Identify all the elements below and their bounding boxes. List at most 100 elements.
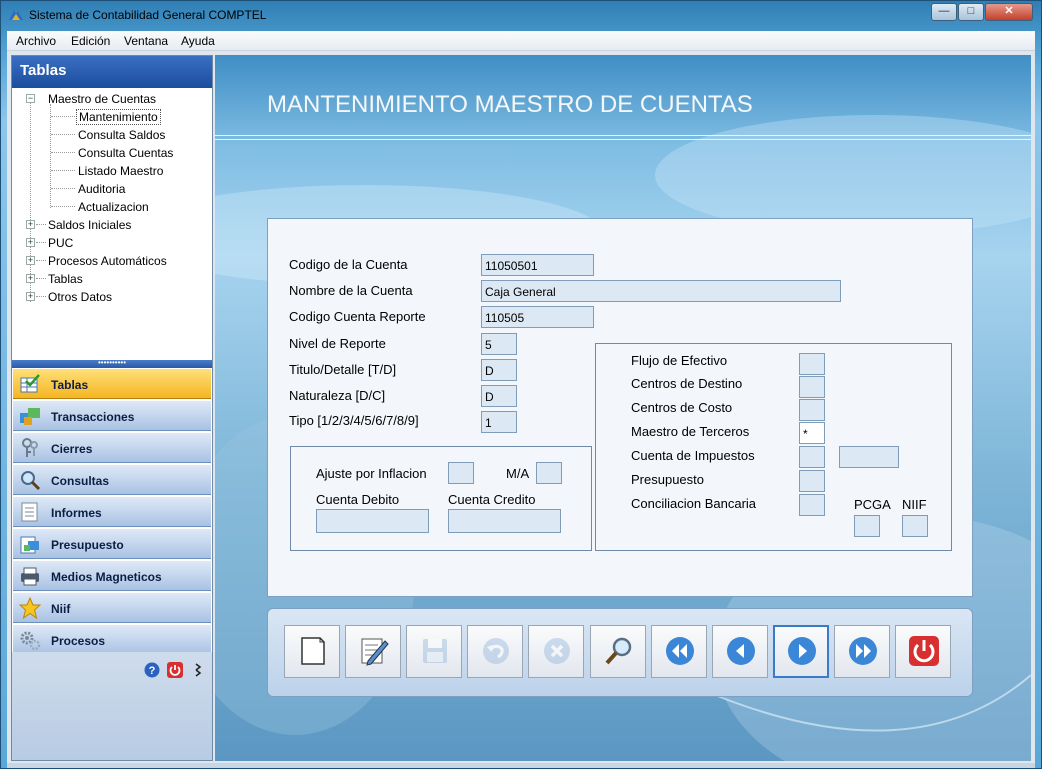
cuenta-credito-field[interactable] [448,509,561,533]
centros-costo-field[interactable] [799,399,825,421]
tree-item-consulta-cuentas[interactable]: Consulta Cuentas [78,146,173,160]
account-form: Codigo de la Cuenta 11050501 Nombre de l… [267,218,973,597]
label-pcga: PCGA [854,497,891,512]
tree-item-tablas[interactable]: Tablas [48,272,83,286]
magnifier-icon [21,471,41,491]
nav-presupuesto[interactable]: Presupuesto [13,528,211,559]
first-icon [666,637,694,665]
chevron-icon[interactable] [194,662,204,678]
titulo-detalle-field[interactable]: D [481,359,517,381]
search-button[interactable] [590,625,646,678]
undo-icon [483,638,509,664]
expand-toggle-icon[interactable]: + [26,238,35,247]
centros-destino-field[interactable] [799,376,825,398]
menu-archivo[interactable]: Archivo [16,34,56,48]
undo-button[interactable] [467,625,523,678]
edit-button[interactable] [345,625,401,678]
tree-item-otros-datos[interactable]: Otros Datos [48,290,112,304]
tree-item-listado-maestro[interactable]: Listado Maestro [78,164,163,178]
label-ajuste-inflacion: Ajuste por Inflacion [316,466,427,481]
exit-button[interactable] [895,625,951,678]
presupuesto-field[interactable] [799,470,825,492]
transactions-icon [20,408,40,425]
nav-procesos[interactable]: Procesos [13,624,211,655]
tree-item-procesos-automaticos[interactable]: Procesos Automáticos [48,254,167,268]
tree-item-maestro-cuentas[interactable]: Maestro de Cuentas [48,92,156,106]
save-button[interactable] [406,625,462,678]
codigo-cuenta-field[interactable]: 11050501 [481,254,594,276]
next-button[interactable] [773,625,829,678]
maximize-button[interactable]: □ [958,3,984,21]
menu-edicion[interactable]: Edición [71,34,110,48]
conciliacion-field[interactable] [799,494,825,516]
expand-toggle-icon[interactable]: + [26,256,35,265]
label-niif: NIIF [902,497,927,512]
label-centros-destino: Centros de Destino [631,376,743,391]
tree-item-puc[interactable]: PUC [48,236,73,250]
menu-ayuda[interactable]: Ayuda [181,34,215,48]
label-codigo-reporte: Codigo Cuenta Reporte [289,309,426,324]
expand-toggle-icon[interactable]: + [26,274,35,283]
flujo-efectivo-field[interactable] [799,353,825,375]
delete-icon [544,638,570,664]
magnifier-icon [605,637,632,665]
sidebar-header: Tablas [12,56,212,88]
menu-bar: Archivo Edición Ventana Ayuda [7,31,1035,51]
naturaleza-field[interactable]: D [481,385,517,407]
new-button[interactable] [284,625,340,678]
close-button[interactable]: ✕ [985,3,1033,21]
nav-label: Consultas [51,474,110,488]
tree-item-consulta-saldos[interactable]: Consulta Saldos [78,128,165,142]
ajuste-inflacion-field[interactable] [448,462,474,484]
tree-item-actualizacion[interactable]: Actualizacion [78,200,149,214]
label-nombre-cuenta: Nombre de la Cuenta [289,283,413,298]
cuenta-impuestos-field[interactable] [799,446,825,468]
expand-toggle-icon[interactable]: + [26,292,35,301]
tree-view[interactable]: − Maestro de Cuentas Mantenimiento Consu… [14,90,210,360]
power-icon[interactable] [167,662,183,678]
nav-niif[interactable]: Niif [13,592,211,623]
expand-toggle-icon[interactable]: + [26,220,35,229]
nav-label: Transacciones [51,410,135,424]
nombre-cuenta-field[interactable]: Caja General [481,280,841,302]
menu-ventana[interactable]: Ventana [124,34,168,48]
minimize-button[interactable]: — [931,3,957,21]
floppy-icon [423,639,447,663]
collapse-toggle-icon[interactable]: − [26,94,35,103]
help-icon[interactable]: ? [144,662,160,678]
ma-field[interactable] [536,462,562,484]
nav-consultas[interactable]: Consultas [13,464,211,495]
tree-item-saldos-iniciales[interactable]: Saldos Iniciales [48,218,131,232]
pcga-field[interactable] [854,515,880,537]
last-button[interactable] [834,625,890,678]
first-button[interactable] [651,625,707,678]
codigo-reporte-field[interactable]: 110505 [481,306,594,328]
nav-cierres[interactable]: Cierres [13,432,211,463]
nivel-reporte-field[interactable]: 5 [481,333,517,355]
nav-transacciones[interactable]: Transacciones [13,400,211,431]
label-cuenta-debito: Cuenta Debito [316,492,400,507]
nav-informes[interactable]: Informes [13,496,211,527]
cuenta-impuestos-extra-field[interactable] [839,446,899,468]
panel-splitter[interactable]: •••••••••• [12,359,212,368]
sidebar-footer: ? [12,652,212,760]
nav-label: Niif [51,602,71,616]
tipo-field[interactable]: 1 [481,411,517,433]
tree-item-auditoria[interactable]: Auditoria [78,182,125,196]
maestro-terceros-field[interactable]: * [799,422,825,444]
cuenta-debito-field[interactable] [316,509,429,533]
label-nivel-reporte: Nivel de Reporte [289,336,386,351]
niif-field[interactable] [902,515,928,537]
label-codigo-cuenta: Codigo de la Cuenta [289,257,408,272]
nav-label: Tablas [51,378,89,392]
label-conciliacion: Conciliacion Bancaria [631,496,757,511]
tree-item-mantenimiento[interactable]: Mantenimiento [76,109,161,125]
nav-label: Informes [51,506,102,520]
prev-button[interactable] [712,625,768,678]
label-centros-costo: Centros de Costo [631,400,733,415]
nav-medios-magneticos[interactable]: Medios Magneticos [13,560,211,591]
delete-button[interactable] [528,625,584,678]
window-title: Sistema de Contabilidad General COMPTEL [29,8,267,22]
label-maestro-terceros: Maestro de Terceros [631,424,750,439]
nav-tablas[interactable]: Tablas [13,368,211,399]
